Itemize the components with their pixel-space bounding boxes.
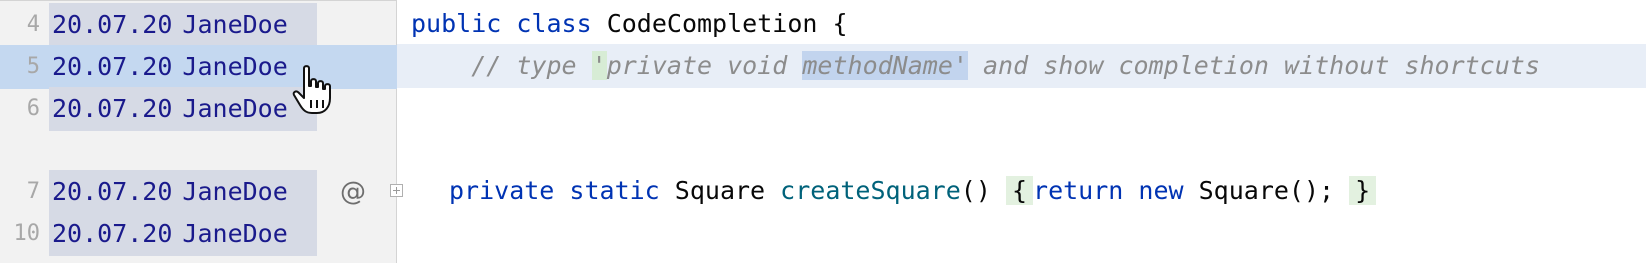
blame-author: JaneDoe bbox=[182, 10, 288, 39]
open-brace: { bbox=[832, 9, 848, 38]
blame-annotation[interactable]: 20.07.20 JaneDoe bbox=[49, 3, 317, 47]
line-number: 4 bbox=[26, 12, 40, 37]
blame-annotation[interactable]: 20.07.20 JaneDoe bbox=[49, 212, 317, 256]
blame-date: 20.07.20 bbox=[52, 219, 173, 248]
at-symbol-icon[interactable]: @ bbox=[340, 170, 366, 214]
comment-method-highlight: methodName' bbox=[802, 51, 968, 80]
open-brace-highlight: { bbox=[1005, 176, 1034, 205]
comment-suffix: and show completion without shortcuts bbox=[967, 51, 1540, 80]
line-number: 7 bbox=[26, 179, 40, 204]
blame-date: 20.07.20 bbox=[52, 94, 173, 123]
class-name: CodeCompletion bbox=[606, 9, 818, 38]
comment-text: private void bbox=[606, 51, 803, 80]
parens: () bbox=[960, 176, 991, 205]
gutter-row[interactable]: 7 20.07.20 JaneDoe @ bbox=[0, 170, 403, 214]
blame-author: JaneDoe bbox=[182, 94, 288, 123]
comment-prefix: // type bbox=[411, 51, 592, 80]
keyword: return bbox=[1033, 176, 1124, 205]
hand-cursor-icon bbox=[292, 65, 331, 114]
gutter-row-selected[interactable]: 5 20.07.20 JaneDoe bbox=[0, 45, 397, 89]
keyword: public bbox=[411, 9, 502, 38]
keyword: private bbox=[449, 176, 555, 205]
keyword: static bbox=[569, 176, 660, 205]
close-brace-highlight: } bbox=[1349, 176, 1377, 205]
code-line-current[interactable]: // type 'private void methodName' and sh… bbox=[397, 44, 1646, 88]
line-number: 6 bbox=[26, 96, 40, 121]
line-number: 5 bbox=[26, 54, 40, 79]
blame-author: JaneDoe bbox=[182, 177, 288, 206]
code-line[interactable]: private static Square createSquare() {re… bbox=[397, 169, 1646, 213]
gutter-row[interactable]: 6 20.07.20 JaneDoe bbox=[0, 87, 397, 131]
type-name: Square bbox=[674, 176, 766, 205]
code-editor[interactable]: 4 20.07.20 JaneDoe 5 20.07.20 JaneDoe 6 20… bbox=[0, 0, 1646, 263]
blame-date: 20.07.20 bbox=[52, 177, 173, 206]
comment-quote: ' bbox=[591, 51, 607, 80]
blame-date: 20.07.20 bbox=[52, 52, 173, 81]
code-line[interactable]: public class CodeCompletion { bbox=[397, 2, 1646, 46]
constructor-call: Square(); bbox=[1198, 176, 1335, 205]
blame-annotation[interactable]: 20.07.20 JaneDoe bbox=[49, 87, 317, 131]
keyword: new bbox=[1138, 176, 1184, 205]
blame-author: JaneDoe bbox=[182, 52, 288, 81]
method-name: createSquare bbox=[780, 176, 961, 205]
gutter-row[interactable]: 4 20.07.20 JaneDoe bbox=[0, 3, 397, 47]
gutter-row[interactable]: 10 20.07.20 JaneDoe bbox=[0, 212, 397, 256]
blame-annotation[interactable]: 20.07.20 JaneDoe bbox=[49, 45, 317, 89]
keyword: class bbox=[516, 9, 592, 38]
code-area[interactable]: public class CodeCompletion { // type 'p… bbox=[397, 0, 1646, 263]
blame-annotation[interactable]: 20.07.20 JaneDoe bbox=[49, 170, 317, 214]
annotation-gutter: 4 20.07.20 JaneDoe 5 20.07.20 JaneDoe 6 20… bbox=[0, 0, 403, 263]
blame-date: 20.07.20 bbox=[52, 10, 173, 39]
blame-author: JaneDoe bbox=[182, 219, 288, 248]
line-number: 10 bbox=[13, 221, 41, 246]
